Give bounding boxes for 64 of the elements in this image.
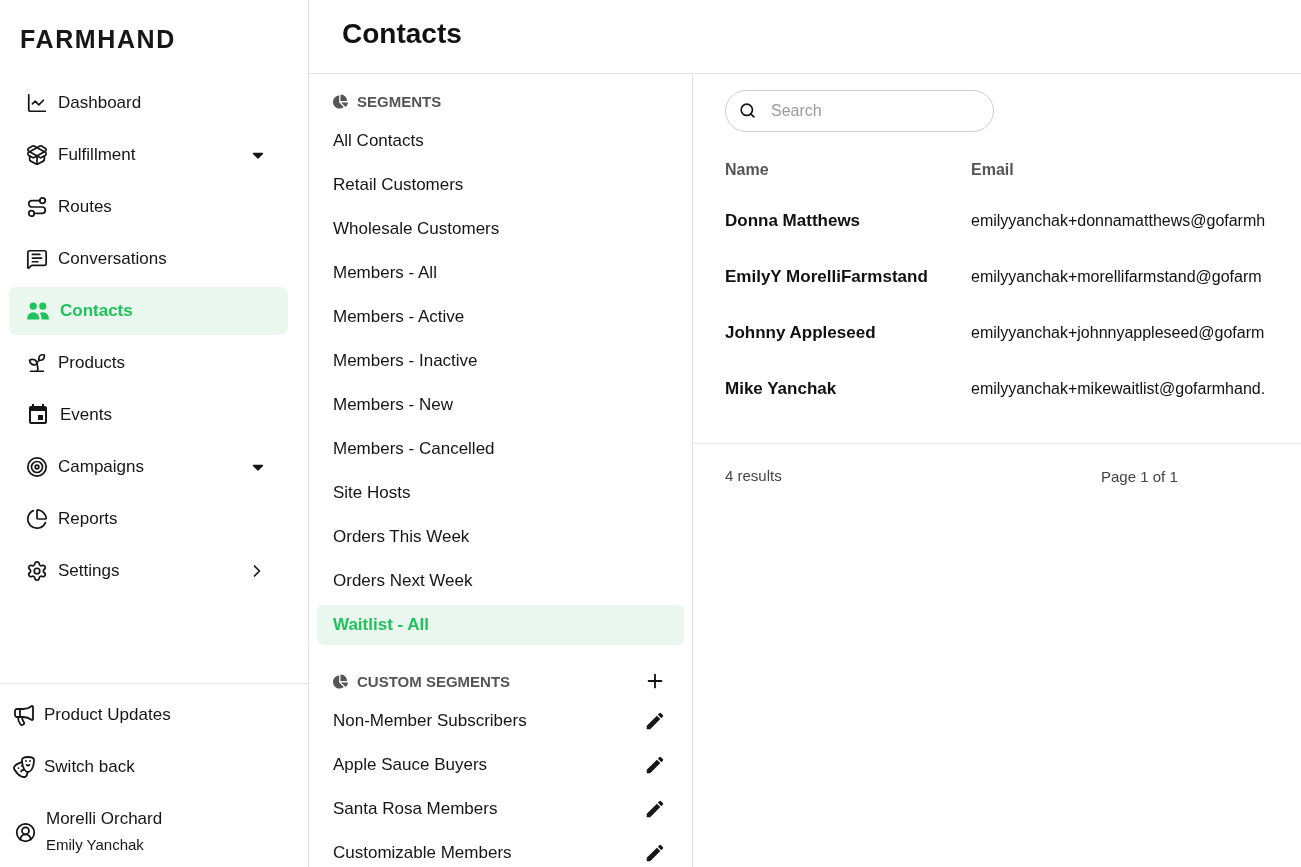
theater-masks-icon	[12, 755, 36, 779]
column-header: Name	[725, 161, 769, 179]
pencil-icon[interactable]	[644, 798, 666, 820]
search-icon	[739, 102, 756, 119]
segment-item[interactable]: Orders This Week	[317, 517, 684, 557]
contact-name: EmilyY MorelliFarmstand	[725, 267, 928, 287]
pencil-icon[interactable]	[644, 754, 666, 776]
settings-icon	[26, 560, 48, 582]
nav-item[interactable]: Events	[9, 391, 288, 439]
nav-item[interactable]: Reports	[9, 495, 288, 543]
pie-chart-icon	[26, 508, 48, 530]
section-heading: CUSTOM SEGMENTS	[357, 672, 511, 690]
segment-item[interactable]: Retail Customers	[317, 165, 684, 205]
contact-email: emilyyanchak+donnamatthews@gofarmh	[971, 212, 1266, 230]
segment-item[interactable]: Site Hosts	[317, 473, 684, 513]
segment-item[interactable]: Members - Cancelled	[317, 429, 684, 469]
segment-item[interactable]: Members - Active	[317, 297, 684, 337]
chart-line-icon	[26, 92, 48, 114]
megaphone-icon	[12, 703, 36, 727]
pie-chart-icon	[333, 93, 348, 109]
user-name: Emily Yanchak	[46, 835, 144, 855]
target-icon	[26, 456, 48, 478]
segment-item[interactable]: Santa Rosa Members	[317, 789, 684, 829]
nav-item[interactable]: Fulfillment	[9, 131, 288, 179]
calendar-icon	[26, 403, 50, 427]
segment-item[interactable]: All Contacts	[317, 121, 684, 161]
footer-link[interactable]: Product Updates	[0, 689, 183, 741]
segment-item[interactable]: Members - All	[317, 253, 684, 293]
segment-item[interactable]: Members - New	[317, 385, 684, 425]
segment-item[interactable]: Non-Member Subscribers	[317, 701, 684, 741]
section-heading: SEGMENTS	[357, 92, 442, 110]
user-circle-icon	[15, 821, 36, 843]
brand-logo: FARMHAND	[20, 26, 176, 52]
nav-item[interactable]: Products	[9, 339, 288, 387]
nav-item[interactable]: Routes	[9, 183, 288, 231]
result-count: 4 results	[725, 467, 782, 484]
segment-item[interactable]: Orders Next Week	[317, 561, 684, 601]
pencil-icon[interactable]	[644, 842, 666, 864]
open-box-icon	[26, 144, 48, 166]
nav-item[interactable]: Settings	[9, 547, 288, 595]
contact-name: Mike Yanchak	[725, 379, 837, 399]
message-icon	[26, 248, 48, 270]
nav-item[interactable]: Dashboard	[9, 79, 288, 127]
segment-item[interactable]: Customizable Members	[317, 833, 684, 867]
contact-name: Donna Matthews	[725, 211, 861, 231]
nav-item[interactable]: Campaigns	[9, 443, 288, 491]
column-header: Email	[971, 161, 1014, 179]
search-field[interactable]: Search	[725, 90, 994, 132]
pencil-icon[interactable]	[644, 710, 666, 732]
footer-link[interactable]: Switch back	[0, 741, 147, 793]
segment-item[interactable]: Members - Inactive	[317, 341, 684, 381]
contact-email: emilyyanchak+mikewaitlist@gofarmhand.	[971, 380, 1266, 398]
sprout-icon	[26, 352, 48, 374]
segment-item[interactable]: Wholesale Customers	[317, 209, 684, 249]
route-icon	[26, 196, 48, 218]
nav-item[interactable]: Conversations	[9, 235, 288, 283]
contact-email: emilyyanchak+morellifarmstand@gofarm	[971, 268, 1262, 286]
contact-email: emilyyanchak+johnnyappleseed@gofarm	[971, 324, 1265, 342]
page-title: Contacts	[342, 18, 462, 50]
pagination-text: Page 1 of 1	[1101, 467, 1178, 485]
pie-chart-icon	[333, 673, 348, 689]
organization-name: Morelli Orchard	[46, 808, 163, 830]
contact-name: Johnny Appleseed	[725, 323, 876, 343]
segment-item[interactable]: Apple Sauce Buyers	[317, 745, 684, 785]
